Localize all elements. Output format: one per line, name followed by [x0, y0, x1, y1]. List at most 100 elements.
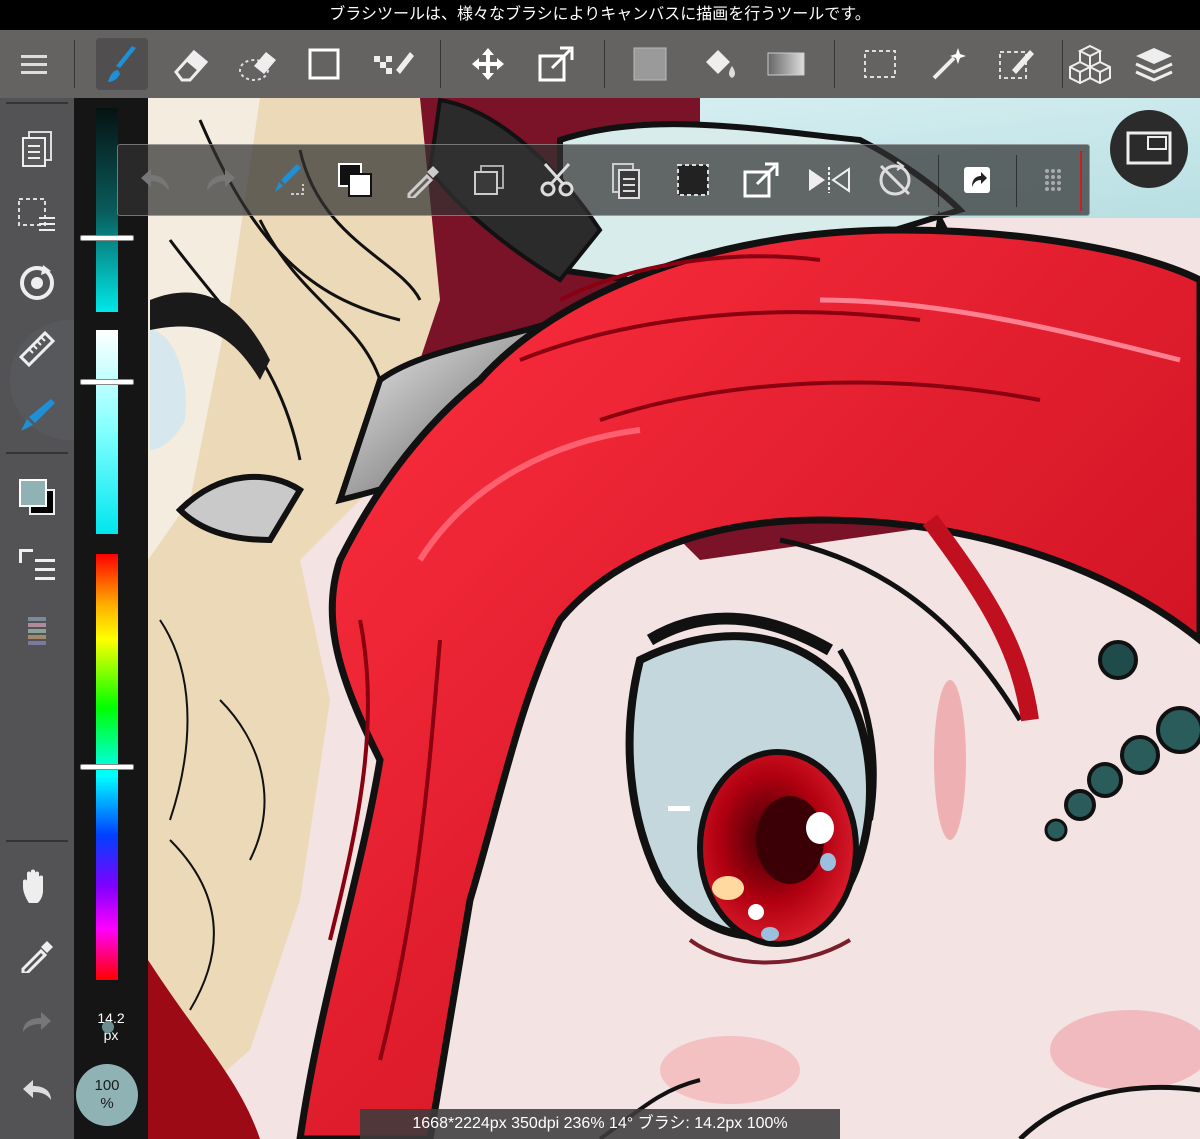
- transform-icon: [538, 46, 574, 82]
- color-swap-button[interactable]: [330, 155, 380, 205]
- materials-button[interactable]: [1064, 38, 1116, 90]
- layers-button[interactable]: [1128, 38, 1180, 90]
- magic-wand-icon: [932, 48, 966, 80]
- brush-swap-icon: [275, 164, 304, 195]
- ruler-button[interactable]: [10, 322, 64, 376]
- brush-active-button[interactable]: [10, 388, 64, 442]
- main-toolbar: [0, 30, 1200, 98]
- paste-icon: [612, 163, 640, 199]
- redo-button[interactable]: [196, 155, 246, 205]
- opacity-value: 100: [94, 1077, 120, 1094]
- opacity-unit: %: [100, 1095, 114, 1112]
- tint-slider-handle[interactable]: [80, 379, 134, 385]
- opacity-button[interactable]: 100 %: [76, 1064, 138, 1126]
- eyedropper-button[interactable]: [398, 155, 448, 205]
- navigator-button[interactable]: [1110, 110, 1188, 188]
- eyedropper-side-button[interactable]: [10, 928, 64, 982]
- share-button[interactable]: [952, 155, 1002, 205]
- undo-button[interactable]: [130, 155, 180, 205]
- select-tool-button[interactable]: [854, 38, 906, 90]
- rotate-icon: [20, 265, 54, 300]
- canvas-status-text: 1668*2224px 350dpi 236% 14° ブラシ: 14.2px …: [412, 1115, 788, 1132]
- hue-slider-handle[interactable]: [80, 764, 134, 770]
- eyedropper-icon: [21, 941, 53, 973]
- tint-slider[interactable]: [96, 330, 118, 534]
- transform-button[interactable]: [736, 155, 786, 205]
- selection-menu-button[interactable]: [10, 188, 64, 242]
- reset-rotation-icon: [879, 161, 911, 196]
- hand-icon: [23, 869, 43, 903]
- hamburger-menu-icon: [21, 55, 47, 74]
- square-shape-icon: [308, 48, 340, 80]
- reset-rotation-button[interactable]: [870, 155, 920, 205]
- documents-icon: [22, 131, 52, 167]
- brush-size-preview-dot: [102, 1021, 114, 1033]
- transform-icon: [743, 162, 779, 198]
- eraser-tool-button[interactable]: [164, 38, 216, 90]
- bucket-tool-button[interactable]: [692, 38, 744, 90]
- menu-button[interactable]: [8, 38, 60, 90]
- copy-button[interactable]: [464, 155, 514, 205]
- scissors-icon: [540, 162, 574, 197]
- palette-icon: [28, 617, 46, 645]
- navigator-window-icon: [1126, 131, 1172, 165]
- ruler-icon: [18, 330, 56, 368]
- selection-eraser-icon: [239, 52, 276, 81]
- tool-hint-bar: ブラシツールは、様々なブラシによりキャンバスに描画を行うツールです。: [0, 0, 1200, 30]
- color-swatch-button[interactable]: [10, 470, 64, 524]
- flip-button[interactable]: [804, 155, 854, 205]
- palette-button[interactable]: [10, 606, 64, 660]
- brush-swap-button[interactable]: [264, 155, 314, 205]
- list-icon: [19, 549, 55, 580]
- more-options-button[interactable]: [1028, 155, 1078, 205]
- shape-tool-button[interactable]: [298, 38, 350, 90]
- transform-tool-button[interactable]: [530, 38, 582, 90]
- copy-icon: [474, 165, 504, 195]
- select-pen-tool-button[interactable]: [990, 38, 1042, 90]
- brush-tool-button[interactable]: [96, 38, 148, 90]
- cut-button[interactable]: [532, 155, 582, 205]
- cubes-icon: [1069, 44, 1111, 84]
- fill-tool-button[interactable]: [624, 38, 676, 90]
- hand-button[interactable]: [10, 860, 64, 914]
- layer-list-button[interactable]: [10, 538, 64, 592]
- gradient-icon: [767, 52, 805, 76]
- brush-pen-icon: [21, 399, 55, 431]
- redo-icon: [23, 1012, 51, 1032]
- dot-pen-icon: [374, 52, 414, 74]
- layers-panel-button[interactable]: [10, 122, 64, 176]
- redo-icon: [207, 169, 235, 191]
- paint-bucket-icon: [706, 50, 735, 78]
- fill-square-icon: [633, 47, 667, 81]
- grip-dots-icon: [1045, 169, 1061, 191]
- canvas-status-bar: 1668*2224px 350dpi 236% 14° ブラシ: 14.2px …: [360, 1109, 840, 1139]
- eraser-icon: [174, 49, 209, 82]
- select-pen-icon: [999, 50, 1034, 79]
- dot-pen-tool-button[interactable]: [366, 38, 418, 90]
- rotate-button[interactable]: [10, 256, 64, 310]
- gradient-tool-button[interactable]: [760, 38, 812, 90]
- color-swatch-icon: [19, 479, 55, 515]
- toolbar-edge-marker: [1080, 151, 1082, 211]
- color-swap-icon: [338, 163, 372, 197]
- move-tool-button[interactable]: [462, 38, 514, 90]
- left-sidebar: [0, 98, 74, 1139]
- undo-icon: [23, 1080, 51, 1100]
- magic-wand-tool-button[interactable]: [922, 38, 974, 90]
- shade-slider[interactable]: [96, 108, 118, 312]
- edit-toolbar: [117, 144, 1090, 216]
- color-slider-column: 14.2 px 100 %: [74, 98, 148, 1139]
- selection-eraser-tool-button[interactable]: [232, 38, 284, 90]
- eyedropper-icon: [407, 166, 439, 198]
- undo-side-button[interactable]: [10, 1064, 64, 1118]
- paste-button[interactable]: [600, 155, 650, 205]
- share-icon: [964, 167, 990, 193]
- undo-icon: [141, 169, 169, 191]
- brush-icon: [108, 46, 136, 82]
- layers-icon: [1135, 48, 1173, 82]
- flip-horizontal-icon: [809, 167, 850, 193]
- shade-slider-handle[interactable]: [80, 235, 134, 241]
- select-all-icon: [677, 164, 709, 196]
- select-all-button[interactable]: [668, 155, 718, 205]
- redo-side-button[interactable]: [10, 996, 64, 1050]
